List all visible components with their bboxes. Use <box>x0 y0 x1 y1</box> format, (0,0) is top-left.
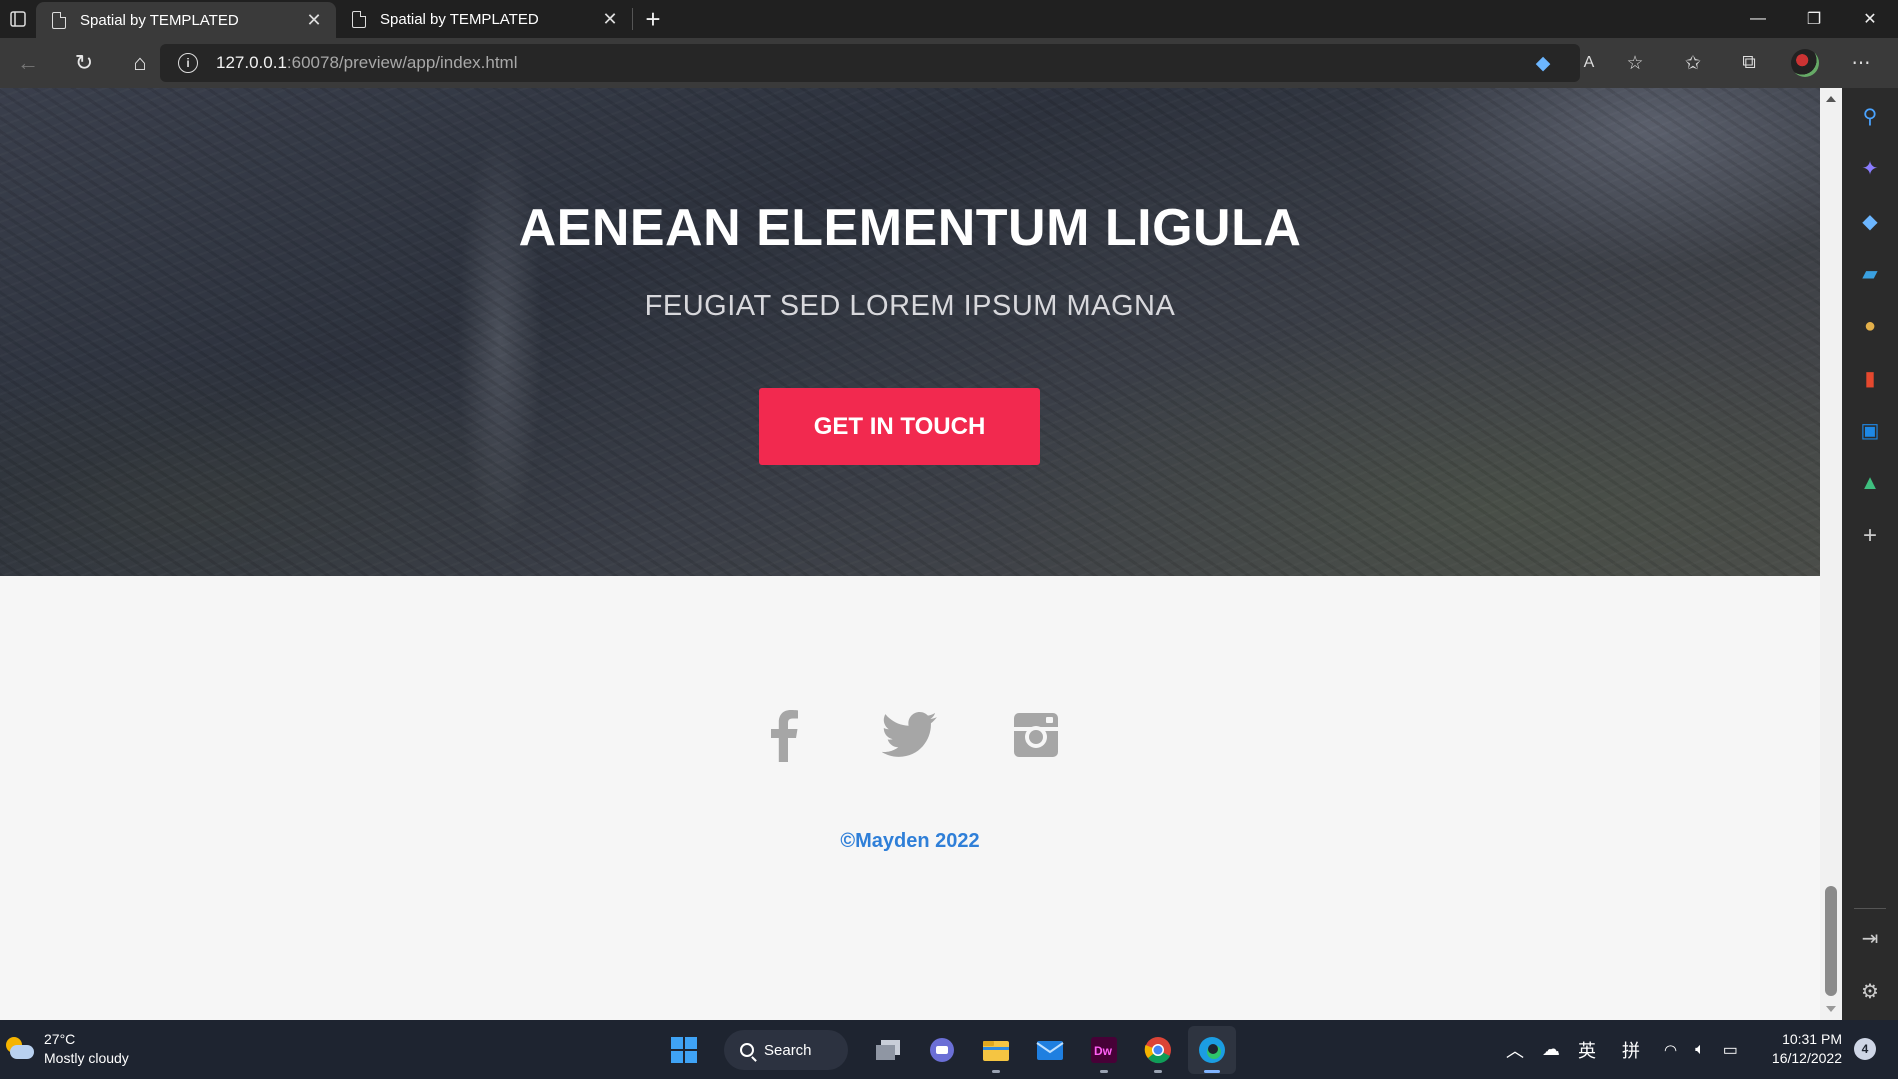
teams-chat-button[interactable] <box>918 1026 966 1074</box>
page-viewport: AENEAN ELEMENTUM LIGULA FEUGIAT SED LORE… <box>0 88 1820 1020</box>
tab-1[interactable]: Spatial by TEMPLATED ✕ <box>36 2 336 38</box>
tab-actions-menu[interactable] <box>0 0 36 38</box>
back-button[interactable]: ← <box>0 38 56 88</box>
close-window-button[interactable]: ✕ <box>1842 0 1898 38</box>
clock[interactable]: 10:31 PM 16/12/2022 <box>1762 1030 1842 1068</box>
restore-button[interactable]: ❐ <box>1786 0 1842 38</box>
banner-background-image <box>0 88 1820 576</box>
sidebar-search-icon[interactable]: ⚲ <box>1842 96 1898 136</box>
url-host: 127.0.0.1 <box>216 53 287 72</box>
tab-title: Spatial by TEMPLATED <box>380 10 539 28</box>
start-button[interactable] <box>660 1026 708 1074</box>
ime-language[interactable]: 英 <box>1578 1037 1596 1063</box>
tab-close-button[interactable]: ✕ <box>304 10 324 31</box>
taskbar: 27°C Mostly cloudy Search Dw ︿ ☁ 英 拼 ◠ 🔈… <box>0 1020 1898 1079</box>
games-icon[interactable]: ● <box>1842 306 1898 346</box>
task-view-button[interactable] <box>864 1026 912 1074</box>
tab-close-button[interactable]: ✕ <box>600 9 620 30</box>
new-tab-button[interactable]: + <box>633 0 673 38</box>
clock-time: 10:31 PM <box>1782 1031 1842 1047</box>
partly-cloudy-icon <box>4 1035 36 1063</box>
search-label: Search <box>764 1041 812 1059</box>
battery-icon[interactable]: ▭ <box>1723 1040 1738 1060</box>
banner-title: AENEAN ELEMENTUM LIGULA <box>518 199 1302 257</box>
search-icon <box>740 1043 754 1057</box>
shopping-icon[interactable]: ◆ <box>1842 201 1898 241</box>
sidebar-divider <box>1854 908 1886 909</box>
weather-widget[interactable]: 27°C Mostly cloudy <box>4 1030 129 1068</box>
windows-icon <box>671 1037 697 1063</box>
refresh-button[interactable]: ↻ <box>56 38 112 88</box>
edge-button[interactable] <box>1188 1026 1236 1074</box>
system-tray: ︿ ☁ 英 拼 ◠ 🔈︎ ▭ <box>1506 1020 1756 1079</box>
folder-icon <box>983 1041 1009 1061</box>
taskbar-apps: Search Dw <box>660 1026 1236 1074</box>
banner-subtitle: FEUGIAT SED LOREM IPSUM MAGNA <box>644 290 1176 322</box>
scroll-thumb[interactable] <box>1825 886 1837 996</box>
outlook-icon[interactable]: ▣ <box>1842 410 1898 450</box>
mail-button[interactable] <box>1026 1026 1074 1074</box>
weather-description: Mostly cloudy <box>44 1050 129 1066</box>
onedrive-icon[interactable]: ☁ <box>1542 1039 1560 1060</box>
dreamweaver-button[interactable]: Dw <box>1080 1026 1128 1074</box>
ime-mode[interactable]: 拼 <box>1622 1037 1640 1063</box>
get-in-touch-button[interactable]: GET IN TOUCH <box>759 388 1040 465</box>
shopping-tag-icon[interactable]: ◆ <box>1520 52 1566 75</box>
add-favorite-icon[interactable]: ☆ <box>1612 52 1658 75</box>
profile-button[interactable] <box>1777 49 1833 77</box>
social-links <box>0 706 1820 764</box>
office-icon[interactable]: ▮ <box>1842 358 1898 398</box>
svg-text:Dw: Dw <box>1094 1044 1113 1058</box>
tools-icon[interactable]: ▰ <box>1842 253 1898 293</box>
copyright-text: ©Mayden 2022 <box>840 830 980 852</box>
file-explorer-button[interactable] <box>972 1026 1020 1074</box>
chrome-button[interactable] <box>1134 1026 1182 1074</box>
task-view-icon <box>876 1040 900 1060</box>
dreamweaver-icon: Dw <box>1091 1037 1117 1063</box>
url-tools: ◆ A ☆ <box>1520 38 1658 88</box>
url-path: :60078/preview/app/index.html <box>286 53 518 72</box>
collections-icon[interactable]: ⧉ <box>1721 52 1777 74</box>
scroll-down-icon[interactable] <box>1826 1006 1836 1012</box>
read-aloud-icon[interactable]: A <box>1566 54 1612 72</box>
drop-icon[interactable]: ▲ <box>1842 463 1898 503</box>
hero-banner: AENEAN ELEMENTUM LIGULA FEUGIAT SED LORE… <box>0 88 1820 576</box>
scroll-up-icon[interactable] <box>1826 96 1836 102</box>
volume-icon[interactable]: 🔈︎ <box>1695 1041 1705 1059</box>
favorites-icon[interactable]: ✩ <box>1665 52 1721 75</box>
copilot-icon[interactable]: ✦ <box>1842 148 1898 188</box>
page-icon <box>352 10 366 28</box>
edge-icon <box>1199 1037 1225 1063</box>
page-icon <box>52 11 66 29</box>
instagram-icon[interactable] <box>1007 706 1065 764</box>
mail-icon <box>1036 1041 1064 1060</box>
facebook-icon[interactable] <box>755 706 813 764</box>
taskbar-search[interactable]: Search <box>724 1030 848 1070</box>
info-icon[interactable]: i <box>178 53 198 73</box>
avatar <box>1791 49 1819 77</box>
chrome-icon <box>1144 1037 1171 1064</box>
add-sidebar-app-icon[interactable]: + <box>1842 516 1898 556</box>
tab-2[interactable]: Spatial by TEMPLATED ✕ <box>336 0 632 38</box>
clock-date: 16/12/2022 <box>1771 1050 1842 1066</box>
toolbar-right: ✩ ⧉ ⋯ <box>1665 38 1889 88</box>
minimize-button[interactable]: — <box>1730 0 1786 38</box>
twitter-icon[interactable] <box>881 706 939 764</box>
chevron-up-icon[interactable]: ︿ <box>1506 1037 1524 1063</box>
tab-actions-icon <box>10 11 26 27</box>
more-menu-icon[interactable]: ⋯ <box>1833 52 1889 75</box>
weather-temperature: 27°C <box>44 1031 76 1047</box>
notification-badge[interactable]: 4 <box>1854 1038 1876 1060</box>
sidebar-settings-icon[interactable]: ⚙ <box>1842 971 1898 1011</box>
edge-sidebar: ⚲ ✦ ◆ ▰ ● ▮ ▣ ▲ + ⇥ ⚙ <box>1842 88 1898 1020</box>
tab-title: Spatial by TEMPLATED <box>80 11 239 29</box>
wifi-icon[interactable]: ◠ <box>1664 1041 1677 1059</box>
page-scrollbar[interactable] <box>1820 88 1842 1020</box>
tab-bar: Spatial by TEMPLATED ✕ Spatial by TEMPLA… <box>0 0 1898 38</box>
window-controls: — ❐ ✕ <box>1730 0 1898 38</box>
hide-sidebar-icon[interactable]: ⇥ <box>1842 918 1898 958</box>
chat-icon <box>930 1038 954 1062</box>
url-field[interactable]: i 127.0.0.1:60078/preview/app/index.html <box>160 44 1580 82</box>
